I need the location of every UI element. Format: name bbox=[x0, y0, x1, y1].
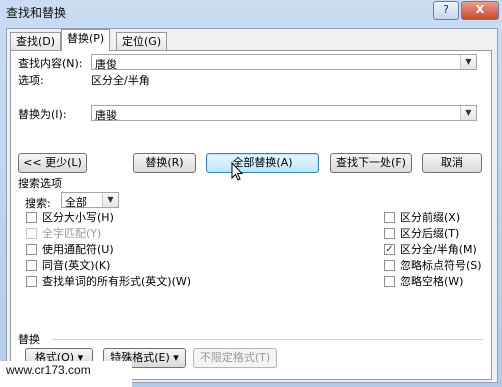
checkbox-icon bbox=[26, 275, 37, 287]
replace-with-value: 唐骏 bbox=[95, 109, 117, 122]
replace-with-combobox[interactable]: 唐骏 ▼ bbox=[91, 105, 477, 122]
replace-all-button[interactable]: 全部替换(A) bbox=[206, 153, 319, 173]
search-direction-value: 全部 bbox=[65, 196, 87, 209]
checkbox-icon bbox=[26, 211, 37, 223]
sounds-like-checkbox[interactable]: 同音(英文)(K) bbox=[26, 259, 110, 273]
match-suffix-checkbox[interactable]: 区分后缀(T) bbox=[384, 227, 459, 241]
find-next-button[interactable]: 查找下一处(F) bbox=[330, 153, 412, 173]
checkbox-icon bbox=[26, 259, 37, 271]
ignore-whitespace-checkbox[interactable]: 忽略空格(W) bbox=[384, 275, 463, 289]
close-button[interactable]: X bbox=[461, 1, 499, 20]
no-formatting-button: 不限定格式(T) bbox=[193, 348, 277, 368]
find-replace-dialog: 查找和替换 ? X 查找(D) 替换(P) 定位(G) 查找内容(N): 唐俊 … bbox=[0, 0, 502, 387]
tab-replace[interactable]: 替换(P) bbox=[61, 29, 111, 51]
checkbox-icon bbox=[384, 211, 395, 223]
replace-tab-panel: 查找内容(N): 唐俊 ▼ 选项: 区分全/半角 替换为(I): 唐骏 ▼ <<… bbox=[10, 50, 492, 380]
checkbox-icon bbox=[384, 275, 395, 287]
cancel-button[interactable]: 取消 bbox=[422, 153, 482, 173]
checkbox-icon bbox=[26, 243, 37, 255]
match-width-checkbox[interactable]: ✓ 区分全/半角(M) bbox=[384, 243, 477, 257]
whole-word-checkbox[interactable]: 全字匹配(Y) bbox=[26, 227, 101, 241]
find-what-value: 唐俊 bbox=[95, 58, 117, 71]
all-word-forms-checkbox[interactable]: 查找单词的所有形式(英文)(W) bbox=[26, 275, 191, 289]
watermark: www.cr173.com bbox=[0, 361, 132, 387]
replace-section-heading: 替换 bbox=[18, 333, 40, 346]
find-what-label: 查找内容(N): bbox=[18, 57, 83, 70]
search-direction-arrow-icon[interactable]: ▼ bbox=[102, 193, 118, 207]
tab-find[interactable]: 查找(D) bbox=[10, 32, 62, 50]
less-button[interactable]: << 更少(L) bbox=[18, 153, 87, 173]
find-dropdown-arrow-icon[interactable]: ▼ bbox=[460, 55, 476, 69]
checkbox-icon bbox=[384, 227, 395, 239]
mouse-cursor-icon bbox=[231, 162, 244, 181]
replace-section-divider bbox=[51, 339, 483, 340]
replace-with-label: 替换为(I): bbox=[18, 108, 67, 121]
search-direction-select[interactable]: 全部 ▼ bbox=[61, 192, 119, 209]
search-options-heading: 搜索选项 bbox=[18, 177, 62, 190]
replace-dropdown-arrow-icon[interactable]: ▼ bbox=[460, 106, 476, 120]
title-bar: 查找和替换 ? X bbox=[0, 0, 502, 24]
checkmark-icon: ✓ bbox=[384, 243, 395, 255]
dialog-body: 查找(D) 替换(P) 定位(G) 查找内容(N): 唐俊 ▼ 选项: 区分全/… bbox=[6, 28, 498, 383]
watermark-text: www.cr173.com bbox=[6, 363, 91, 377]
checkbox-icon bbox=[26, 227, 37, 239]
search-direction-label: 搜索: bbox=[25, 197, 51, 210]
wildcards-checkbox[interactable]: 使用通配符(U) bbox=[26, 243, 114, 257]
options-value: 区分全/半角 bbox=[91, 74, 150, 87]
dialog-title: 查找和替换 bbox=[6, 6, 67, 20]
checkbox-icon bbox=[384, 259, 395, 271]
match-prefix-checkbox[interactable]: 区分前缀(X) bbox=[384, 211, 460, 225]
match-case-checkbox[interactable]: 区分大小写(H) bbox=[26, 211, 114, 225]
tab-goto[interactable]: 定位(G) bbox=[116, 32, 168, 50]
find-what-combobox[interactable]: 唐俊 ▼ bbox=[91, 54, 477, 71]
help-button[interactable]: ? bbox=[433, 1, 459, 20]
options-label: 选项: bbox=[18, 74, 44, 87]
replace-button[interactable]: 替换(R) bbox=[133, 153, 196, 173]
ignore-punctuation-checkbox[interactable]: 忽略标点符号(S) bbox=[384, 259, 482, 273]
